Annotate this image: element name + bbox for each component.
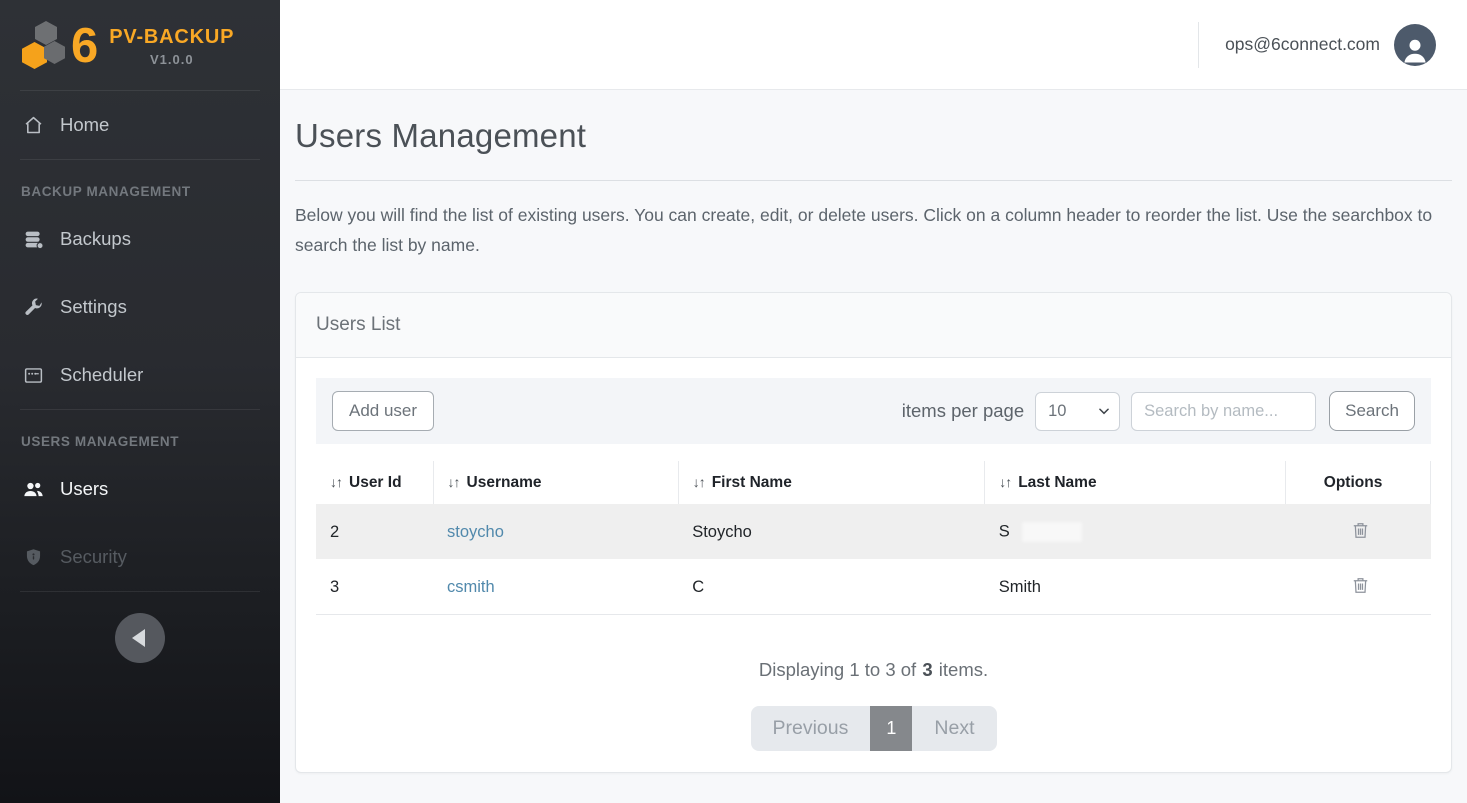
- pagination-next-button[interactable]: Next: [912, 706, 996, 751]
- trash-icon: [1351, 575, 1370, 596]
- app-version: V1.0.0: [109, 52, 234, 67]
- topbar: ops@6connect.com: [280, 0, 1467, 90]
- sidebar-item-security[interactable]: Security: [0, 523, 280, 591]
- username-link[interactable]: csmith: [447, 578, 495, 596]
- sort-icon: ↓↑: [448, 474, 460, 490]
- page-content: Users Management Below you will find the…: [280, 90, 1467, 803]
- users-icon: [23, 479, 44, 500]
- items-summary: Displaying 1 to 3 of 3 items.: [316, 659, 1431, 681]
- table-header-row: ↓↑User Id ↓↑Username ↓↑First Name ↓↑Last…: [316, 461, 1431, 504]
- sidebar-collapse-button[interactable]: [115, 613, 165, 663]
- page-title: Users Management: [295, 117, 1452, 155]
- cell-user-id: 3: [316, 559, 433, 615]
- user-email: ops@6connect.com: [1225, 34, 1380, 55]
- table-toolbar: Add user items per page 10 Search: [316, 378, 1431, 444]
- sidebar-section-backup-management: BACKUP MANAGEMENT: [0, 160, 280, 205]
- search-input[interactable]: [1131, 392, 1316, 431]
- delete-user-button[interactable]: [1349, 518, 1372, 546]
- app-logo[interactable]: 6 PV-BACKUP V1.0.0: [0, 0, 280, 90]
- shield-icon: [23, 547, 44, 568]
- page-description: Below you will find the list of existing…: [295, 200, 1452, 260]
- sidebar-section-users-management: USERS MANAGEMENT: [0, 410, 280, 455]
- items-per-page-label: items per page: [902, 400, 1024, 422]
- users-list-card: Users List Add user items per page 10: [295, 292, 1452, 773]
- pagination-previous-button[interactable]: Previous: [751, 706, 871, 751]
- sort-icon: ↓↑: [693, 474, 705, 490]
- app-title: PV-BACKUP: [109, 26, 234, 49]
- sidebar-item-label: Security: [60, 546, 127, 568]
- person-icon: [1400, 34, 1430, 66]
- table-row: 3 csmith C Smith: [316, 559, 1431, 615]
- users-table: ↓↑User Id ↓↑Username ↓↑First Name ↓↑Last…: [316, 461, 1431, 615]
- title-divider: [295, 180, 1452, 181]
- sidebar-item-home[interactable]: Home: [0, 91, 280, 159]
- scheduler-window-icon: [23, 365, 44, 386]
- sidebar-item-settings[interactable]: Settings: [0, 273, 280, 341]
- cell-last-name: Smith: [985, 559, 1286, 615]
- add-user-button[interactable]: Add user: [332, 391, 434, 431]
- column-header-user-id[interactable]: ↓↑User Id: [316, 461, 433, 504]
- sort-icon: ↓↑: [999, 474, 1011, 490]
- cell-user-id: 2: [316, 504, 433, 559]
- logo-number: 6: [71, 24, 98, 68]
- sidebar-item-scheduler[interactable]: Scheduler: [0, 341, 280, 409]
- home-icon: [23, 115, 44, 136]
- chevron-left-icon: [132, 629, 145, 647]
- sidebar-item-label: Backups: [60, 228, 131, 250]
- cell-last-name: S: [999, 522, 1010, 540]
- delete-user-button[interactable]: [1349, 573, 1372, 601]
- username-link[interactable]: stoycho: [447, 523, 504, 541]
- search-button[interactable]: Search: [1329, 391, 1415, 431]
- main-area: ops@6connect.com Users Management Below …: [280, 0, 1467, 803]
- pagination-current-page[interactable]: 1: [870, 706, 912, 751]
- items-per-page-select[interactable]: 10: [1035, 392, 1120, 431]
- pagination: Previous 1 Next: [751, 706, 997, 751]
- user-avatar[interactable]: [1394, 24, 1436, 66]
- cell-first-name: C: [678, 559, 984, 615]
- column-header-username[interactable]: ↓↑Username: [433, 461, 678, 504]
- column-header-first-name[interactable]: ↓↑First Name: [678, 461, 984, 504]
- cell-first-name: Stoycho: [678, 504, 984, 559]
- redacted-patch: [1022, 522, 1082, 542]
- sidebar-divider: [20, 591, 260, 592]
- sidebar-item-label: Scheduler: [60, 364, 143, 386]
- topbar-divider: [1198, 22, 1199, 68]
- column-header-last-name[interactable]: ↓↑Last Name: [985, 461, 1286, 504]
- hexagons-logo-icon: [22, 21, 68, 71]
- sort-icon: ↓↑: [330, 474, 342, 490]
- sidebar-item-users[interactable]: Users: [0, 455, 280, 523]
- items-total: 3: [922, 659, 932, 680]
- sidebar-item-backups[interactable]: Backups: [0, 205, 280, 273]
- database-icon: [23, 229, 44, 250]
- sidebar-item-label: Users: [60, 478, 108, 500]
- card-title: Users List: [296, 293, 1451, 358]
- sidebar-item-label: Home: [60, 114, 109, 136]
- column-header-options: Options: [1286, 461, 1431, 504]
- wrench-icon: [23, 297, 44, 318]
- table-row: 2 stoycho Stoycho S: [316, 504, 1431, 559]
- sidebar-item-label: Settings: [60, 296, 127, 318]
- trash-icon: [1351, 520, 1370, 541]
- sidebar: 6 PV-BACKUP V1.0.0 Home BACKUP MANAGEMEN…: [0, 0, 280, 803]
